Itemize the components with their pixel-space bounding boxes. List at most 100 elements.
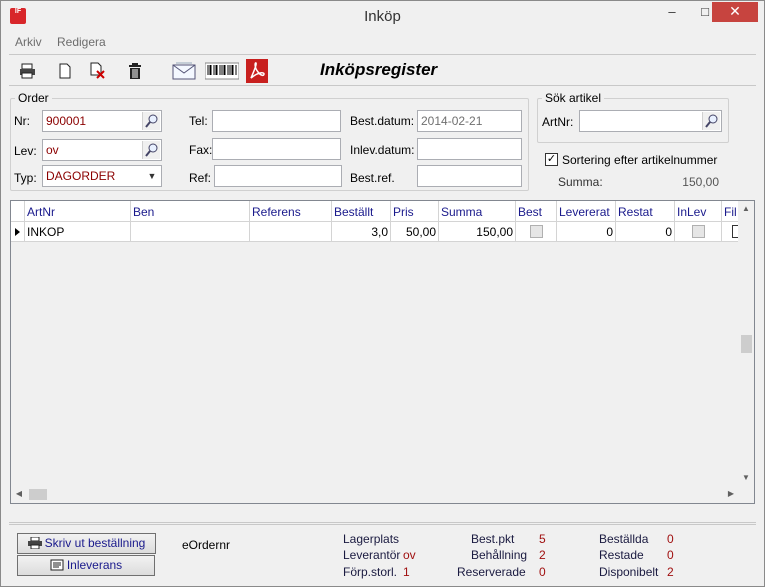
current-row-icon [15,228,20,236]
menu-bar: Arkiv Redigera [9,32,756,52]
search-legend: Sök artikel [545,91,602,105]
col-restat[interactable]: Restat [616,201,675,222]
cell-restat[interactable]: 0 [616,222,675,242]
inlevdatum-label: Inlev.datum: [350,143,415,157]
new-document-icon[interactable] [55,61,75,81]
delivery-button[interactable]: Inleverans [17,555,155,576]
status-strip [9,505,756,523]
cell-ben[interactable] [131,222,250,242]
cell-inlev[interactable] [675,222,722,242]
lev-value: ov [46,143,59,157]
cell-pris[interactable]: 50,00 [391,222,439,242]
nr-lookup-icon[interactable] [142,112,160,130]
col-summa[interactable]: Summa [439,201,516,222]
sort-checkbox[interactable]: ✓ [545,153,558,166]
col-best[interactable]: Best [516,201,557,222]
scroll-up-icon[interactable]: ▲ [738,201,754,217]
scroll-right-icon[interactable]: ▶ [723,486,739,502]
bestallda-label: Beställda [599,532,649,546]
trash-icon[interactable] [125,61,145,81]
tel-label: Tel: [189,114,208,128]
window-title: Inköp [364,8,401,25]
reserverade-value: 0 [539,565,546,579]
disponibelt-value: 2 [667,565,674,579]
lev-label: Lev: [14,144,37,158]
bestdatum-label: Best.datum: [350,114,415,128]
cell-bestallt[interactable]: 3,0 [332,222,391,242]
minimize-button[interactable]: – [658,1,686,25]
delete-document-icon[interactable] [88,61,108,81]
forpstorl-value: 1 [403,565,410,579]
inlev-checkbox[interactable] [692,225,705,238]
bestpkt-label: Best.pkt [471,532,515,546]
col-pris[interactable]: Pris [391,201,439,222]
tel-field[interactable] [212,110,341,132]
artnr-search-input[interactable] [579,110,722,132]
nr-field[interactable]: 900001 [42,110,162,132]
barcode-icon[interactable] [204,61,240,81]
ref-label: Ref: [189,171,212,185]
typ-value: DAGORDER [46,169,116,183]
col-referens[interactable]: Referens [250,201,332,222]
pdf-icon[interactable] [246,59,268,83]
bestref-label: Best.ref. [350,171,395,185]
lev-field[interactable]: ov [42,139,162,161]
forpstorl-label: Förp.storl. [343,565,398,579]
scroll-down-icon[interactable]: ▼ [738,470,754,486]
close-button[interactable]: ✕ [712,2,758,22]
artnr-label: ArtNr: [542,115,574,129]
purchase-grid: ArtNr Ben Referens Beställt Pris Summa B… [10,200,755,504]
cell-referens[interactable] [250,222,332,242]
row-selector[interactable] [11,222,25,242]
col-fil[interactable]: Fil [722,201,739,222]
col-artnr[interactable]: ArtNr [25,201,131,222]
behallning-label: Behållning [471,548,528,562]
title-bar: IF Inköp – □ ✕ [1,1,764,32]
cell-best[interactable] [516,222,557,242]
vertical-scroll-thumb[interactable] [741,335,752,353]
cell-levererat[interactable]: 0 [557,222,616,242]
fax-field[interactable] [212,138,341,160]
bestdatum-field[interactable]: 2014-02-21 [417,110,522,132]
reserverade-label: Reserverade [457,565,526,579]
restade-value: 0 [667,548,674,562]
bestref-field[interactable] [417,165,522,187]
eordernr-label: eOrdernr [182,538,231,552]
col-inlev[interactable]: InLev [675,201,722,222]
col-bestallt[interactable]: Beställt [332,201,391,222]
menu-arkiv[interactable]: Arkiv [15,35,42,49]
email-icon[interactable] [172,61,196,81]
print-icon[interactable] [18,61,38,81]
horizontal-scrollbar[interactable]: ◀ ▶ [11,486,739,503]
toolbar: Inköpsregister [9,54,756,86]
best-checkbox[interactable] [530,225,543,238]
cell-summa[interactable]: 150,00 [439,222,516,242]
nr-value: 900001 [46,114,87,128]
disponibelt-label: Disponibelt [599,565,659,579]
lagerplats-label: Lagerplats [343,532,400,546]
typ-select[interactable]: DAGORDER ▼ [42,165,162,187]
vertical-scrollbar[interactable]: ▲ ▼ [738,201,754,486]
nr-label: Nr: [14,114,30,128]
summa-value: 150,00 [682,175,719,189]
delivery-icon [50,559,64,571]
inlevdatum-field[interactable] [417,138,522,160]
menu-redigera[interactable]: Redigera [57,35,106,49]
cell-artnr[interactable]: INKOP [25,222,131,242]
lev-lookup-icon[interactable] [142,141,160,159]
print-order-button[interactable]: Skriv ut beställning [17,533,156,554]
search-icon[interactable] [702,112,720,130]
app-window: IF Inköp – □ ✕ Arkiv Redigera Inköpsregi… [0,0,765,587]
ref-field[interactable] [214,165,342,187]
horizontal-scroll-thumb[interactable] [29,489,47,500]
scroll-left-icon[interactable]: ◀ [11,486,27,502]
col-levererat[interactable]: Levererat [557,201,616,222]
cell-fil[interactable] [722,222,739,242]
behallning-value: 2 [539,548,546,562]
bottom-panel: Skriv ut beställning Inleverans eOrdernr… [9,524,756,582]
leverantor-value: ov [403,548,416,562]
chevron-down-icon[interactable]: ▼ [145,169,159,183]
col-ben[interactable]: Ben [131,201,250,222]
bestpkt-value: 5 [539,532,546,546]
typ-label: Typ: [14,171,37,185]
